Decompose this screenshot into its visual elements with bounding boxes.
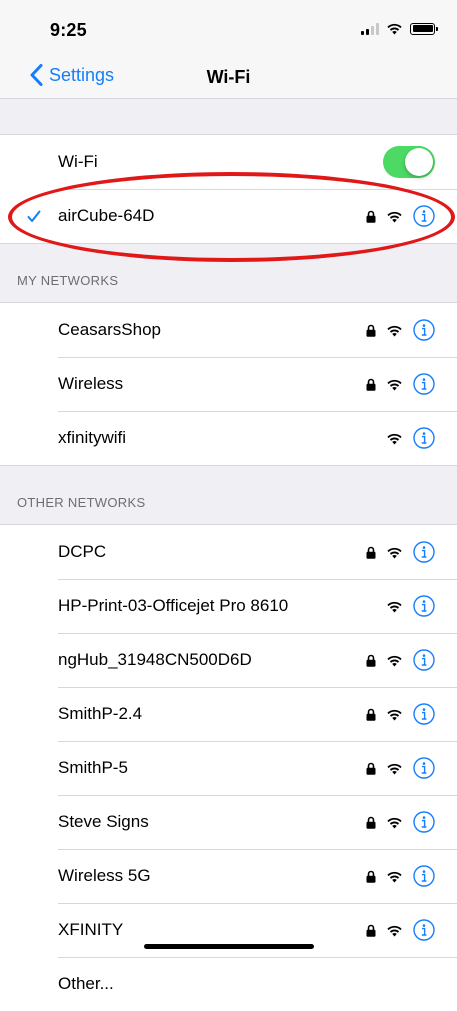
network-row[interactable]: CeasarsShop xyxy=(0,303,457,357)
wifi-icon xyxy=(387,211,402,222)
lock-icon xyxy=(366,816,376,829)
network-icons xyxy=(386,595,435,617)
network-name: Steve Signs xyxy=(58,812,149,831)
network-name: airCube-64D xyxy=(58,206,155,225)
info-icon[interactable] xyxy=(413,703,435,725)
info-icon[interactable] xyxy=(413,541,435,563)
network-name: CeasarsShop xyxy=(58,320,162,339)
info-icon[interactable] xyxy=(413,865,435,887)
wifi-status-icon xyxy=(387,23,402,35)
lock-icon xyxy=(366,762,376,775)
network-row[interactable]: HP-Print-03-Officejet Pro 8610 xyxy=(0,579,457,633)
network-name: Wireless xyxy=(58,374,124,393)
network-row[interactable]: Wireless 5G xyxy=(0,849,457,903)
other-networks-header: OTHER NETWORKS xyxy=(0,466,457,524)
network-row[interactable]: SmithP-5 xyxy=(0,741,457,795)
lock-icon xyxy=(366,708,376,721)
other-networks-list: DCPC HP-Print-03-Officejet Pro 8610 ngHub_… xyxy=(0,524,457,1012)
wifi-icon xyxy=(387,925,402,936)
wifi-icon xyxy=(387,379,402,390)
network-icons xyxy=(386,427,435,449)
wifi-toggle[interactable] xyxy=(383,146,435,178)
network-row[interactable]: SmithP-2.4 xyxy=(0,687,457,741)
network-row[interactable]: xfinitywifi xyxy=(0,411,457,465)
lock-icon xyxy=(366,654,376,667)
settings-content: Wi-Fi airCube-64D MY NETWORKS CeasarsSho… xyxy=(0,99,457,1012)
wifi-icon xyxy=(387,871,402,882)
network-name: HP-Print-03-Officejet Pro 8610 xyxy=(58,596,289,615)
network-row[interactable]: Wireless xyxy=(0,357,457,411)
info-icon[interactable] xyxy=(413,205,435,227)
info-icon[interactable] xyxy=(413,319,435,341)
lock-icon xyxy=(366,870,376,883)
wifi-icon xyxy=(387,433,402,444)
network-name: XFINITY xyxy=(58,920,124,939)
network-icons xyxy=(366,649,435,671)
signal-icon xyxy=(361,22,379,35)
info-icon[interactable] xyxy=(413,427,435,449)
wifi-icon xyxy=(387,325,402,336)
home-indicator xyxy=(144,944,314,949)
network-name: DCPC xyxy=(58,542,107,561)
my-networks-header: MY NETWORKS xyxy=(0,244,457,302)
network-icons xyxy=(366,865,435,887)
network-row[interactable]: Other... xyxy=(0,957,457,1011)
wifi-toggle-label: Wi-Fi xyxy=(58,152,98,171)
network-row[interactable]: Steve Signs xyxy=(0,795,457,849)
section-header-label: MY NETWORKS xyxy=(17,273,119,288)
lock-icon xyxy=(366,924,376,937)
lock-icon xyxy=(366,378,376,391)
network-row[interactable]: ngHub_31948CN500D6D xyxy=(0,633,457,687)
network-name: xfinitywifi xyxy=(58,428,127,447)
wifi-toggle-row: Wi-Fi xyxy=(0,135,457,189)
network-icons xyxy=(366,541,435,563)
network-name: Other... xyxy=(58,974,114,993)
network-icons xyxy=(366,811,435,833)
info-icon[interactable] xyxy=(413,649,435,671)
wifi-icon xyxy=(387,655,402,666)
section-header-label: OTHER NETWORKS xyxy=(17,495,146,510)
network-icons xyxy=(366,757,435,779)
section-spacer xyxy=(0,99,457,134)
battery-icon xyxy=(410,22,438,35)
info-icon[interactable] xyxy=(413,595,435,617)
lock-icon xyxy=(366,546,376,559)
lock-icon xyxy=(366,324,376,337)
info-icon[interactable] xyxy=(413,757,435,779)
network-icons xyxy=(366,919,435,941)
status-bar: 9:25 xyxy=(0,0,457,58)
network-row[interactable]: DCPC xyxy=(0,525,457,579)
network-name: SmithP-2.4 xyxy=(58,704,143,723)
network-icons xyxy=(366,373,435,395)
network-icons xyxy=(366,703,435,725)
connected-network-row[interactable]: airCube-64D xyxy=(0,189,457,243)
wifi-group: Wi-Fi airCube-64D xyxy=(0,134,457,244)
wifi-icon xyxy=(387,709,402,720)
status-time: 9:25 xyxy=(50,20,87,40)
wifi-icon xyxy=(387,547,402,558)
network-name: SmithP-5 xyxy=(58,758,128,777)
info-icon[interactable] xyxy=(413,811,435,833)
page-title: Wi-Fi xyxy=(206,67,251,87)
status-icons xyxy=(361,22,438,35)
lock-icon xyxy=(366,210,376,223)
network-icons xyxy=(366,319,435,341)
network-name: ngHub_31948CN500D6D xyxy=(58,650,252,669)
wifi-icon xyxy=(387,601,402,612)
checkmark-icon xyxy=(27,210,41,222)
info-icon[interactable] xyxy=(413,373,435,395)
network-icons xyxy=(366,205,435,227)
nav-bar: Settings Wi-Fi xyxy=(0,58,457,99)
info-icon[interactable] xyxy=(413,919,435,941)
my-networks-list: CeasarsShop Wireless xfinitywifi xyxy=(0,302,457,466)
wifi-icon xyxy=(387,817,402,828)
wifi-icon xyxy=(387,763,402,774)
network-name: Wireless 5G xyxy=(58,866,151,885)
